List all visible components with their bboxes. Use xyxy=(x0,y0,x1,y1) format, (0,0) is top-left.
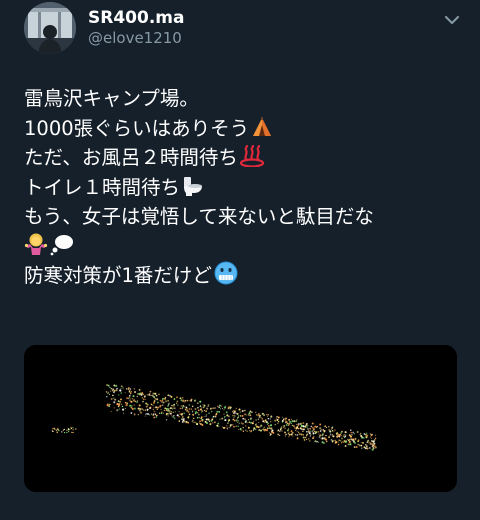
tweet-photo[interactable] xyxy=(24,345,457,492)
tent-emoji-icon xyxy=(251,116,273,138)
display-name[interactable]: SR400.ma xyxy=(88,8,184,28)
cold-face-icon xyxy=(214,261,238,285)
avatar[interactable] xyxy=(24,2,76,54)
tweet-line-3: ただ、お風呂２時間待ち xyxy=(24,143,464,173)
tweet-text: 雷鳥沢キャンプ場。 1000張ぐらいはありそう ただ、お風呂２時間待ち トイレ１… xyxy=(24,84,464,291)
woman-shrugging-icon xyxy=(24,232,48,256)
tweet-line-1: 雷鳥沢キャンプ場。 xyxy=(24,87,199,110)
toilet-icon xyxy=(182,175,204,197)
thought-balloon-icon xyxy=(50,232,74,256)
tweet-line-7: 防寒対策が1番だけど xyxy=(24,261,464,291)
tweet-line-5: もう、女子は覚悟して来ないと駄目だな xyxy=(24,205,374,228)
tweet-line-2: 1000張ぐらいはありそう xyxy=(24,114,464,144)
tweet-line-4: トイレ１時間待ち xyxy=(24,173,464,203)
user-handle[interactable]: @elove1210 xyxy=(88,28,182,48)
chevron-down-icon[interactable] xyxy=(440,10,464,30)
hot-springs-icon xyxy=(239,145,264,167)
tweet-card: SR400.ma @elove1210 雷鳥沢キャンプ場。 1000張ぐらいはあ… xyxy=(0,0,480,520)
campsite-night-photo xyxy=(24,345,457,492)
tweet-line-6 xyxy=(24,232,464,262)
